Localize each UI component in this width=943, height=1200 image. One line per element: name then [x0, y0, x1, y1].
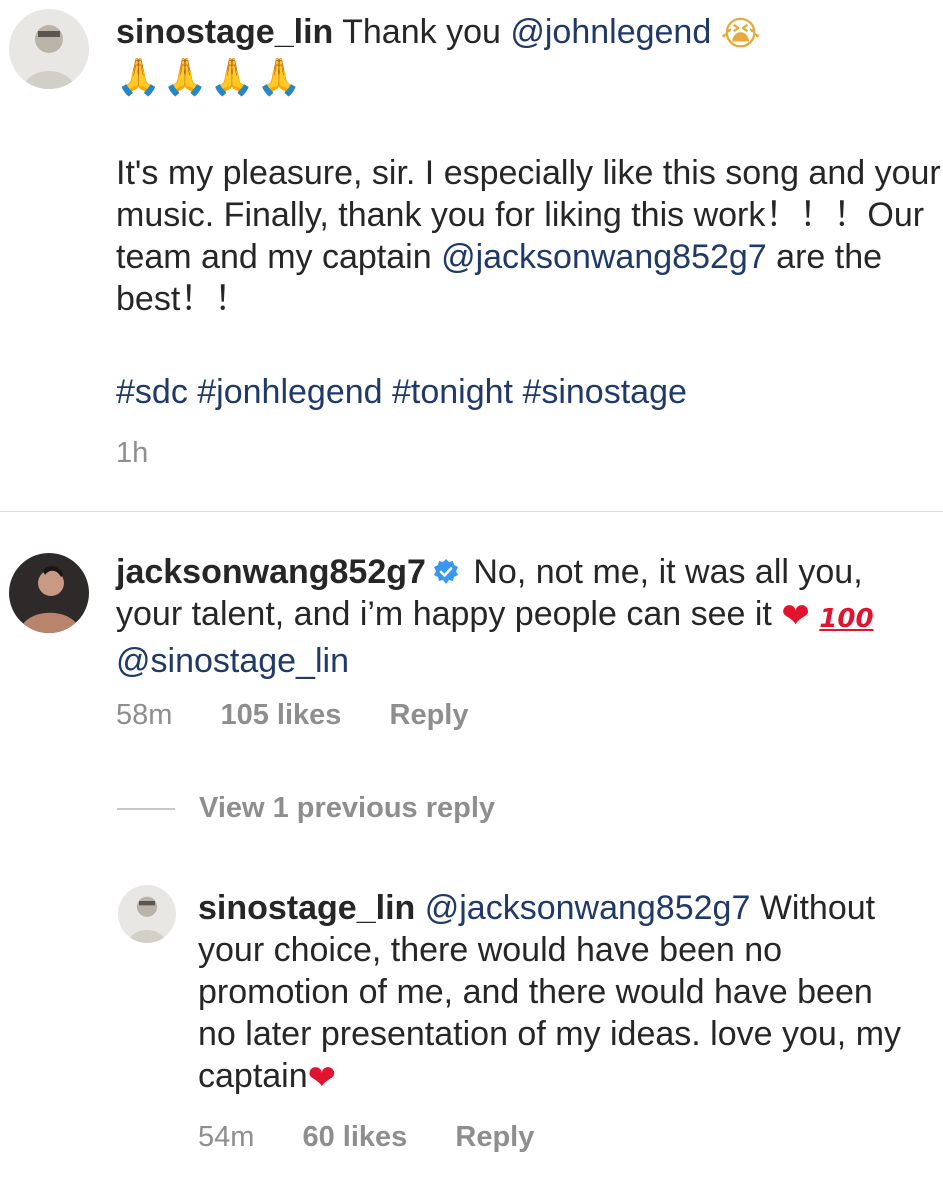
- hundred-points-icon: 100: [819, 604, 874, 634]
- avatar-reply-sinostage-lin[interactable]: [118, 885, 176, 943]
- comment-2-mention[interactable]: @sinostage_lin: [116, 642, 349, 680]
- red-heart-icon: ❤: [781, 596, 810, 636]
- comment-2-meta: 58m 105 likes Reply: [116, 699, 508, 732]
- verified-badge-icon: [432, 554, 460, 584]
- comment-1-paragraph: It's my pleasure, sir. I especially like…: [116, 152, 943, 320]
- comment-2-reply-button[interactable]: Reply: [390, 699, 469, 731]
- comment-1-hashtags[interactable]: #sdc #jonhlegend #tonight #sinostage: [116, 371, 936, 413]
- comment-1-paragraph-mention[interactable]: @jacksonwang852g7: [441, 238, 767, 276]
- comment-1-meta: 1h: [116, 437, 188, 470]
- crying-face-icon: 😭: [720, 14, 761, 54]
- avatar-sinostage-lin[interactable]: [9, 9, 89, 89]
- reply-body: sinostage_lin @jacksonwang852g7 Without …: [198, 887, 910, 1099]
- red-heart-icon: ❤: [307, 1058, 337, 1098]
- comment-2-time: 58m: [116, 699, 173, 731]
- comment-1-intro: Thank you: [342, 13, 501, 51]
- reply-username[interactable]: sinostage_lin: [198, 889, 415, 927]
- comment-1-mention[interactable]: @johnlegend: [510, 13, 711, 51]
- reply-mention[interactable]: @jacksonwang852g7: [425, 889, 751, 927]
- comment-2-likes[interactable]: 105 likes: [220, 699, 341, 731]
- comment-1-body: sinostage_lin Thank you @johnlegend 😭 🙏🙏…: [116, 11, 943, 99]
- reply-time: 54m: [198, 1121, 255, 1153]
- reply-reply-button[interactable]: Reply: [455, 1121, 534, 1153]
- folded-hands-icon: 🙏🙏🙏🙏: [116, 57, 304, 98]
- view-replies-label[interactable]: View 1 previous reply: [199, 792, 495, 824]
- comment-2-username[interactable]: jacksonwang852g7: [116, 553, 426, 591]
- comment-1-username[interactable]: sinostage_lin: [116, 13, 333, 51]
- replies-divider-line: [117, 808, 175, 811]
- view-previous-replies-button[interactable]: View 1 previous reply: [117, 792, 495, 825]
- reply-meta: 54m 60 likes Reply: [198, 1121, 574, 1154]
- reply-likes[interactable]: 60 likes: [302, 1121, 407, 1153]
- avatar-jacksonwang852g7[interactable]: [9, 553, 89, 633]
- comment-2-body: jacksonwang852g7 No, not me, it was all …: [116, 551, 936, 682]
- divider: [0, 511, 943, 512]
- comment-1-time: 1h: [116, 437, 149, 469]
